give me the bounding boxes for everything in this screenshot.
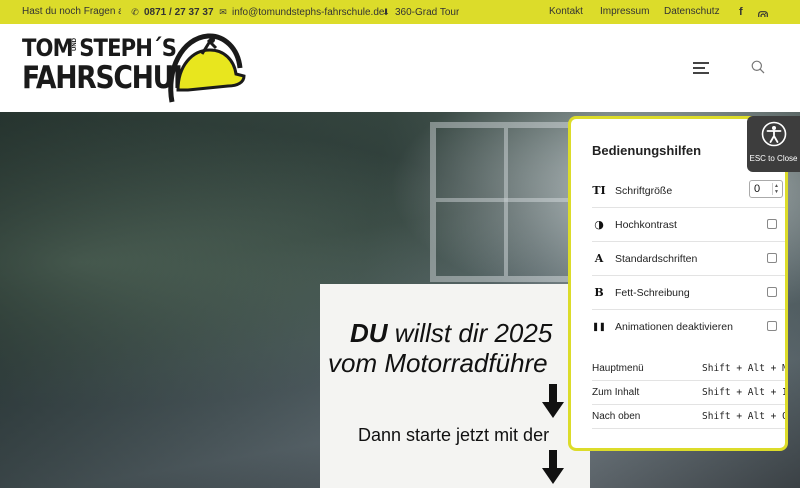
font-size-row: TI Schriftgröße 0 ▲ ▼ [592,174,785,208]
font-size-stepper[interactable]: 0 ▲ ▼ [749,180,783,198]
download-icon: ⬇ [382,7,390,17]
shortcut-row: Nach oben Shift + Alt + O [592,405,788,429]
logo-line1: TOM STEPH´S [22,34,177,62]
site-header: TOM STEPH´S UND FAHRSCHULE! [0,24,800,112]
fett-schreibung-checkbox[interactable] [767,287,777,297]
phone-icon: ✆ [131,7,139,17]
shortcut-label: Hauptmenü [592,363,644,374]
tour-link[interactable]: ⬇ 360-Grad Tour [381,0,459,24]
option-label: Fett-Schreibung [615,287,690,299]
arrow-down-icon [542,384,564,418]
nav-kontakt[interactable]: Kontakt [549,0,583,24]
poster-line2: vom Motorradführe [328,348,548,378]
option-label: Animationen deaktivieren [615,321,733,333]
accessibility-close-button[interactable]: ESC to Close [747,116,800,172]
standardschriften-checkbox[interactable] [767,253,777,263]
font-icon: A [594,252,604,265]
shortcut-row: Zum Inhalt Shift + Alt + I [592,381,788,405]
option-fett-schreibung[interactable]: B Fett-Schreibung [592,276,785,310]
option-label: Hochkontrast [615,219,677,231]
shortcut-keys: Shift + Alt + O [702,411,788,422]
accessibility-title: Bedienungshilfen [592,143,702,158]
instagram-icon[interactable] [758,7,768,17]
question-text: Hast du noch Fragen an u [22,6,121,17]
nav-datenschutz[interactable]: Datenschutz [664,0,720,24]
helmet-icon [168,33,246,103]
option-standardschriften[interactable]: A Standardschriften [592,242,785,276]
logo-und: UND [72,38,78,51]
tour-label: 360-Grad Tour [395,7,460,18]
phone-link[interactable]: ✆ 0871 / 27 37 37 [130,0,214,24]
option-animationen[interactable]: ❚❚ Animationen deaktivieren [592,310,785,344]
shortcut-keys: Shift + Alt + M [702,363,788,374]
shortcut-keys: Shift + Alt + I [702,387,788,398]
search-icon[interactable] [751,60,765,74]
mail-icon: ✉ [219,7,227,17]
phone-number: 0871 / 27 37 37 [144,7,214,18]
logo[interactable]: TOM STEPH´S UND FAHRSCHULE! [22,30,246,108]
font-size-label: Schriftgröße [615,185,673,197]
nav-impressum[interactable]: Impressum [600,0,649,24]
hero-poster: DU willst dir 2025 vom Motorradführe Dan… [320,284,590,488]
menu-toggle-icon[interactable] [693,62,709,74]
animationen-checkbox[interactable] [767,321,777,331]
email-address: info@tomundstephs-fahrschule.de [232,7,385,18]
poster-line3: Dann starte jetzt mit der [358,425,550,445]
hochkontrast-checkbox[interactable] [767,219,777,229]
facebook-icon[interactable]: f [739,0,743,24]
poster-line1: DU willst dir 2025 [350,318,553,348]
contrast-icon: ◑ [594,218,604,231]
option-hochkontrast[interactable]: ◑ Hochkontrast [592,208,785,242]
shortcut-label: Nach oben [592,411,641,422]
font-size-icon: TI [592,184,606,197]
shortcut-label: Zum Inhalt [592,387,640,398]
top-bar: Hast du noch Fragen an u ✆ 0871 / 27 37 3… [0,0,800,24]
arrow-down-icon [542,450,564,484]
bold-icon: B [594,286,604,299]
esc-label: ESC to Close [749,154,798,163]
option-label: Standardschriften [615,253,698,265]
accessibility-icon [761,121,787,147]
pause-icon: ❚❚ [592,321,606,331]
shortcut-row: Hauptmenü Shift + Alt + M [592,357,788,381]
email-link[interactable]: ✉ info@tomundstephs-fahrschule.de [218,0,384,24]
